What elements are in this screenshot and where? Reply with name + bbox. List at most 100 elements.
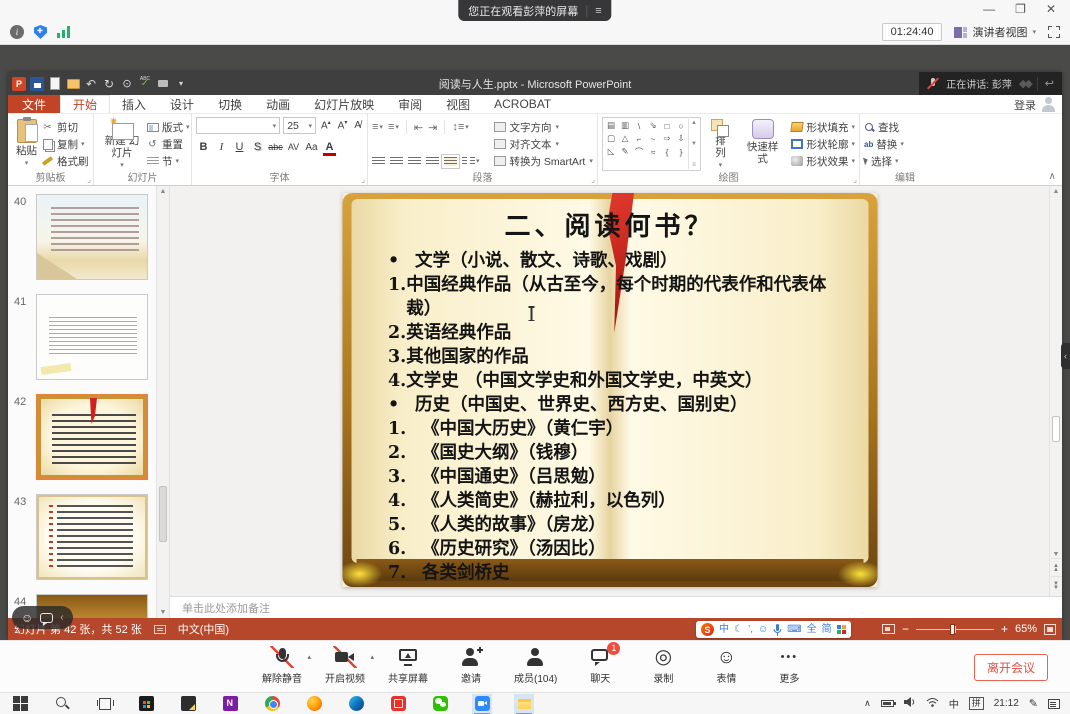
shape-fill-button[interactable]: 形状填充▾: [791, 119, 855, 135]
qat-button[interactable]: [120, 77, 134, 91]
volume-icon[interactable]: [904, 697, 916, 710]
qat-button[interactable]: [66, 77, 80, 91]
taskbar-app-button[interactable]: [304, 694, 324, 714]
voice-input-icon[interactable]: [773, 624, 782, 636]
align-text-button[interactable]: 对齐文本▾: [494, 136, 593, 152]
taskbar-app-button[interactable]: [388, 694, 408, 714]
ribbon-tab[interactable]: 幻灯片放映: [302, 95, 386, 113]
ribbon-tab[interactable]: 插入: [110, 95, 158, 113]
dialog-launcher-icon[interactable]: ⌟: [591, 175, 595, 184]
slide-thumbnail[interactable]: [36, 494, 148, 580]
increase-indent-button[interactable]: ⇥: [428, 119, 437, 135]
numbering-button[interactable]: ≡▾: [388, 119, 399, 135]
qat-button[interactable]: [30, 77, 44, 91]
meeting-toolbar-button[interactable]: ▴ 邀请: [451, 646, 491, 685]
quick-styles-button[interactable]: 快速样式: [740, 117, 786, 171]
canvas-scrollbar[interactable]: ▲ ▼ ▲▲ ▼▼: [1049, 186, 1062, 596]
language-status[interactable]: 中文(中国): [178, 621, 229, 637]
notification-center-icon[interactable]: [1048, 699, 1060, 709]
align-center-button[interactable]: [390, 153, 403, 169]
meeting-toolbar-button[interactable]: ▴ 开启视频: [325, 646, 365, 685]
align-left-button[interactable]: [372, 153, 385, 169]
font-style-button[interactable]: U: [232, 139, 247, 155]
leave-meeting-button[interactable]: 离开会议: [974, 654, 1048, 681]
text-direction-button[interactable]: 文字方向▾: [494, 119, 593, 135]
taskbar-app-button[interactable]: [220, 694, 240, 714]
section-button[interactable]: 节▾: [146, 153, 190, 169]
pen-input-icon[interactable]: ✎: [1029, 697, 1038, 710]
ribbon-tab[interactable]: 切换: [206, 95, 254, 113]
ribbon-tab[interactable]: 视图: [434, 95, 482, 113]
meeting-toolbar-button[interactable]: 1 ▴ 聊天: [580, 646, 620, 685]
shape-icon[interactable]: □: [660, 119, 674, 132]
slide-thumbnail[interactable]: [36, 294, 148, 380]
shape-icon[interactable]: ⇨: [660, 132, 674, 145]
qat-button[interactable]: [138, 77, 152, 91]
taskbar-app-button[interactable]: [346, 694, 366, 714]
slide-canvas[interactable]: 二、阅读何书？ • 文学（小说、散文、诗歌、戏剧）: [170, 186, 1049, 596]
layout-button[interactable]: 版式▾: [146, 119, 190, 135]
decrease-indent-button[interactable]: ⇤: [414, 119, 423, 135]
wifi-icon[interactable]: [926, 697, 939, 710]
notes-pane[interactable]: 单击此处添加备注: [170, 596, 1062, 618]
taskbar-app-button[interactable]: [10, 694, 30, 714]
qat-button[interactable]: [102, 77, 116, 91]
font-style-button[interactable]: I: [214, 139, 229, 155]
distribute-button[interactable]: [444, 153, 457, 169]
qat-button[interactable]: [174, 77, 188, 91]
zoom-in-button[interactable]: +: [1001, 622, 1008, 636]
font-name-combo[interactable]: ▾: [196, 117, 280, 134]
zoom-out-button[interactable]: −: [902, 622, 909, 636]
ime-mode-indicator[interactable]: 拼: [969, 697, 984, 710]
cut-button[interactable]: ✂剪切: [41, 119, 89, 135]
ribbon-tab[interactable]: 动画: [254, 95, 302, 113]
slide-thumbnail[interactable]: [36, 194, 148, 280]
font-size-combo[interactable]: 25▾: [283, 117, 316, 134]
reset-button[interactable]: ↺重置: [146, 136, 190, 152]
tray-expand-icon[interactable]: ∧: [864, 698, 871, 709]
shape-icon[interactable]: ≈: [646, 145, 660, 158]
taskbar-clock[interactable]: 21:12: [994, 698, 1019, 709]
dialog-launcher-icon[interactable]: ⌟: [87, 175, 91, 184]
slide[interactable]: 二、阅读何书？ • 文学（小说、散文、诗歌、戏剧）: [342, 193, 877, 587]
taskbar-app-button[interactable]: [52, 694, 72, 714]
align-right-button[interactable]: [408, 153, 421, 169]
slide-thumbnail[interactable]: [36, 394, 148, 480]
columns-button[interactable]: ▾: [462, 153, 480, 169]
smartart-button[interactable]: 转换为 SmartArt▾: [494, 153, 593, 169]
shape-icon[interactable]: ⌐: [632, 132, 646, 145]
minimize-button[interactable]: —: [983, 2, 995, 16]
close-button[interactable]: ✕: [1046, 2, 1056, 16]
clear-formatting-button[interactable]: A̸: [352, 120, 363, 131]
view-mode-switcher[interactable]: 演讲者视图 ▾: [954, 24, 1036, 40]
ribbon-tab[interactable]: 设计: [158, 95, 206, 113]
font-style-button[interactable]: A: [322, 139, 337, 155]
shape-icon[interactable]: ▢: [604, 132, 618, 145]
arrange-button[interactable]: 排列 ▾: [707, 117, 734, 171]
font-style-button[interactable]: S: [250, 139, 265, 155]
copy-button[interactable]: 复制▾: [41, 136, 89, 152]
collapse-toast-icon[interactable]: ↩: [1045, 77, 1054, 90]
ime-mode-toggle[interactable]: 中: [719, 621, 729, 638]
taskbar-app-button[interactable]: [178, 694, 198, 714]
taskbar-app-button[interactable]: [514, 694, 534, 714]
zoom-slider[interactable]: [916, 629, 994, 630]
qat-button[interactable]: [84, 77, 98, 91]
paste-button[interactable]: 粘贴 ▾: [12, 117, 41, 171]
shape-icon[interactable]: ◺: [604, 145, 618, 158]
meeting-toolbar-button[interactable]: ▴ 更多: [769, 646, 809, 685]
sogou-logo-icon[interactable]: S: [701, 623, 714, 636]
meeting-toolbar-button[interactable]: ▴ 成员(104): [514, 646, 557, 685]
qat-button[interactable]: [12, 77, 26, 91]
tab-file[interactable]: 文件: [8, 95, 60, 113]
bullets-button[interactable]: ≡▾: [372, 119, 383, 135]
taskbar-app-button[interactable]: [262, 694, 282, 714]
collapse-ribbon-icon[interactable]: ∧: [1049, 171, 1056, 182]
justify-button[interactable]: [426, 153, 439, 169]
taskbar-app-button[interactable]: [136, 694, 156, 714]
quick-chat-icon[interactable]: [40, 613, 53, 623]
shapes-gallery-scroll[interactable]: ▲▼≡: [688, 119, 699, 169]
zoom-level[interactable]: 65%: [1015, 623, 1037, 635]
side-panel-handle[interactable]: ‹: [1061, 343, 1070, 369]
meeting-toolbar-button[interactable]: ▴ 解除静音: [262, 646, 302, 685]
